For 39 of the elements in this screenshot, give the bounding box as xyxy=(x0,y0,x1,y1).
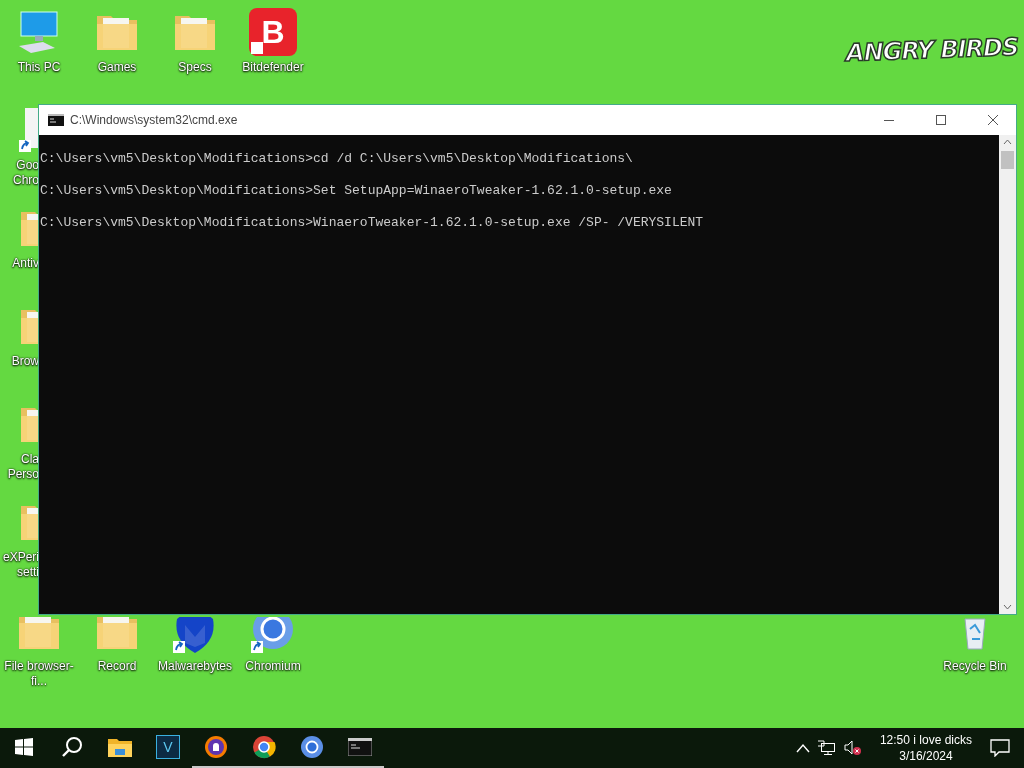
icon-label[interactable]: Goo Chro xyxy=(0,158,39,188)
taskbar-app-button[interactable]: V xyxy=(144,728,192,768)
console-line: C:\Users\vm5\Desktop\Modifications>Set SetupApp=WinaeroTweaker-1.62.1.0-setup.exe xyxy=(40,183,673,199)
folder-icon xyxy=(108,737,132,757)
icon-label[interactable]: Brow xyxy=(11,354,39,369)
notifications-icon[interactable] xyxy=(990,739,1010,757)
ring-logo-icon xyxy=(300,735,324,759)
close-icon xyxy=(988,115,998,125)
icon-label[interactable]: Bitdefender xyxy=(242,60,304,75)
icon-label[interactable]: Specs xyxy=(178,60,212,75)
scrollbar[interactable] xyxy=(999,135,1016,614)
console-line: C:\Users\vm5\Desktop\Modifications>cd /d C:\Users\vm5\Desktop\Modifications\ xyxy=(40,151,634,167)
muted-speaker-icon[interactable] xyxy=(843,740,862,756)
wallpaper-logo: ANGRY BIRDS xyxy=(845,33,1019,67)
clock[interactable]: 12:50 i love dicks 3/16/2024 xyxy=(869,733,982,763)
icon-label[interactable]: Antiv xyxy=(12,256,39,271)
icon-label[interactable]: Chromium xyxy=(245,659,301,674)
icon-label[interactable]: Games xyxy=(97,60,137,75)
search-icon xyxy=(61,736,83,758)
icon-label[interactable]: This PC xyxy=(17,60,61,75)
icon-label[interactable]: eXPeri setti xyxy=(0,550,39,580)
icon-label[interactable]: Cla Perso xyxy=(0,452,39,482)
shield-logo-icon xyxy=(204,735,228,759)
maximize-icon xyxy=(936,115,946,125)
letter-logo-icon[interactable]: B xyxy=(249,8,297,56)
windows-logo-icon xyxy=(15,738,33,756)
ring-logo-icon xyxy=(252,735,276,759)
terminal-icon xyxy=(48,114,64,126)
icon-label[interactable]: Malwarebytes xyxy=(158,659,232,674)
scrollbar-thumb[interactable] xyxy=(1001,151,1014,169)
letter-logo-icon: V xyxy=(156,735,180,759)
icon-label[interactable]: Record xyxy=(97,659,137,674)
network-icon[interactable] xyxy=(817,740,836,756)
console-line: C:\Users\vm5\Desktop\Modifications>WinaeroTweaker-1.62.1.0-setup.exe /SP- /VERYSILENT xyxy=(40,215,705,231)
terminal-icon xyxy=(348,738,372,756)
icon-label[interactable]: File browser-fi... xyxy=(1,659,77,689)
window-title: C:\Windows\system32\cmd.exe xyxy=(70,113,238,127)
icon-label[interactable]: Recycle Bin xyxy=(943,659,1007,674)
chevron-up-icon[interactable] xyxy=(795,743,810,753)
